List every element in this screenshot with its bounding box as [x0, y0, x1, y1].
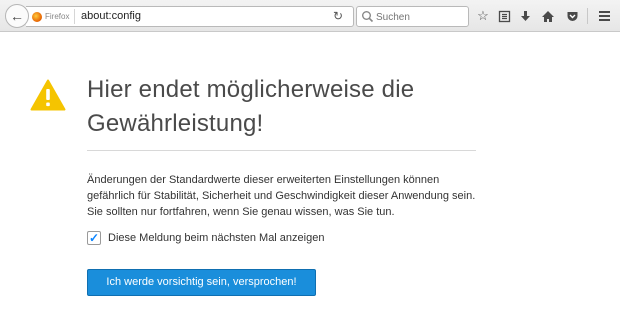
url-text[interactable]: about:config	[81, 10, 141, 22]
menu-icon	[598, 11, 610, 21]
reload-button[interactable]: ↻	[330, 8, 346, 24]
downloads-button[interactable]	[516, 7, 534, 25]
search-icon	[362, 11, 374, 23]
url-divider	[74, 9, 75, 24]
show-warning-checkbox-label[interactable]: Diese Meldung beim nächsten Mal anzeigen	[108, 232, 324, 244]
menu-button[interactable]	[595, 7, 613, 25]
identity-label: Firefox	[45, 12, 70, 21]
reload-icon: ↻	[332, 9, 344, 23]
back-button[interactable]: ←	[5, 4, 29, 28]
home-button[interactable]	[539, 7, 557, 25]
reading-list-icon	[498, 10, 510, 22]
site-identity[interactable]: Firefox	[32, 7, 69, 26]
warning-icon	[30, 79, 66, 111]
star-icon: ☆	[477, 8, 489, 23]
pocket-icon	[567, 11, 577, 21]
reading-list-button[interactable]	[495, 7, 513, 25]
url-bar[interactable]	[26, 6, 354, 27]
back-icon: ←	[10, 8, 24, 24]
pocket-button[interactable]	[563, 7, 581, 25]
home-icon	[542, 10, 554, 22]
show-warning-checkbox[interactable]: ✓	[87, 231, 101, 245]
accept-risk-button[interactable]: Ich werde vorsichtig sein, versprochen!	[87, 269, 316, 296]
toolbar-separator	[587, 8, 588, 24]
warning-description: Änderungen der Standardwerte dieser erwe…	[87, 174, 476, 218]
bookmark-button[interactable]: ☆	[474, 7, 492, 25]
search-bar[interactable]	[356, 6, 469, 27]
title-divider	[87, 150, 476, 151]
search-input[interactable]	[376, 10, 466, 24]
warning-title: Hier endet möglicherweise die Gewährleis…	[87, 76, 415, 137]
download-icon	[520, 10, 530, 21]
firefox-logo-icon	[32, 11, 42, 22]
show-warning-checkbox-row[interactable]: ✓ Diese Meldung beim nächsten Mal anzeig…	[87, 231, 324, 245]
browser-toolbar: ← Firefox about:config ↻ ☆	[0, 0, 620, 32]
